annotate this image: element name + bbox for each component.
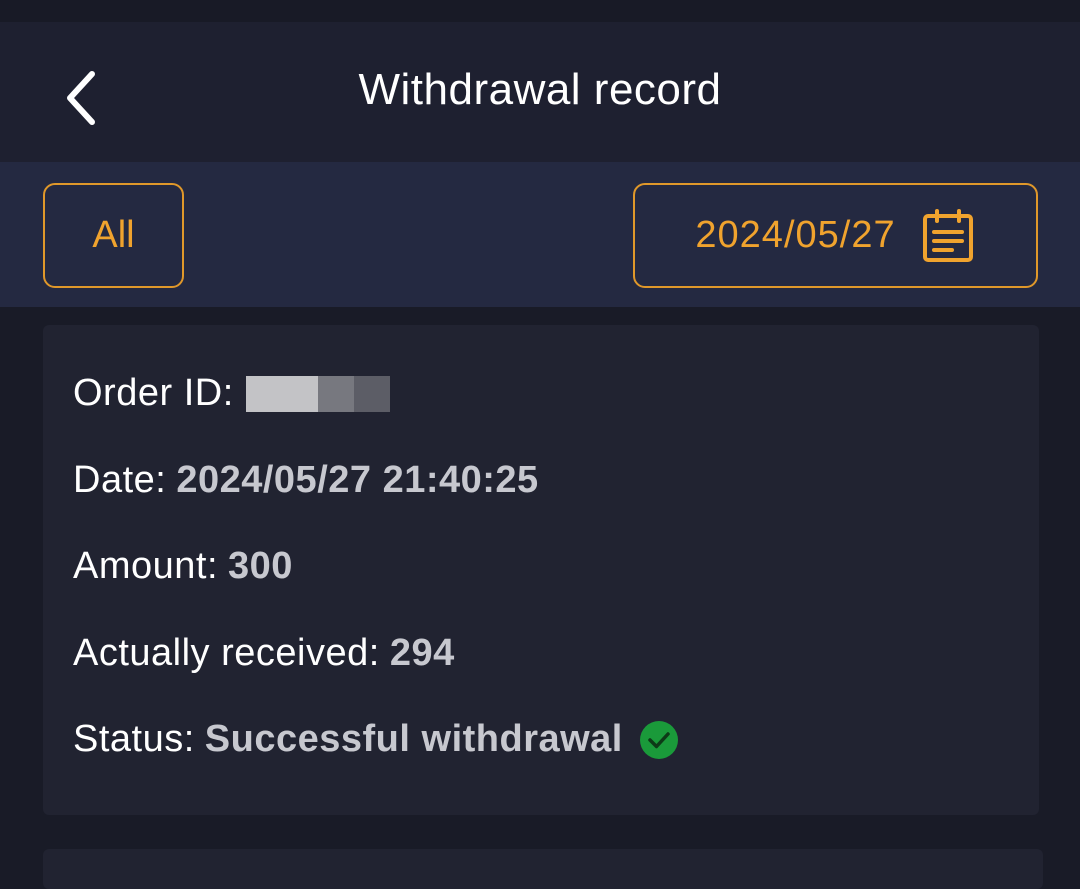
date-row: Date: 2024/05/27 21:40:25 xyxy=(73,459,539,502)
order-id-label: Order ID: xyxy=(73,372,234,414)
calendar-icon xyxy=(922,208,973,262)
withdrawal-record-card: Order ID: Date: 2024/05/27 21:40:25 Amou… xyxy=(43,325,1039,815)
status-row: Status: Successful withdrawal xyxy=(73,718,679,761)
app-header: Withdrawal record xyxy=(0,22,1080,162)
date-filter-label: 2024/05/27 xyxy=(695,214,896,256)
date-value: 2024/05/27 21:40:25 xyxy=(176,459,539,501)
received-label: Actually received: xyxy=(73,632,380,674)
amount-row: Amount: 300 xyxy=(73,545,293,588)
date-filter-button[interactable]: 2024/05/27 xyxy=(633,183,1038,288)
chevron-left-icon xyxy=(67,71,95,125)
page-title: Withdrawal record xyxy=(358,65,722,114)
status-value: Successful withdrawal xyxy=(204,718,623,760)
amount-value: 300 xyxy=(228,545,293,587)
order-id-value-redacted xyxy=(245,375,390,412)
check-circle-icon xyxy=(639,720,678,759)
received-value: 294 xyxy=(389,632,455,674)
order-id-row: Order ID: xyxy=(73,372,390,415)
filter-bar: All 2024/05/27 xyxy=(0,162,1080,307)
status-label: Status: xyxy=(73,718,195,760)
date-label: Date: xyxy=(73,459,167,501)
status-filter-button[interactable]: All xyxy=(43,183,184,288)
received-row: Actually received: 294 xyxy=(73,632,455,675)
next-record-card xyxy=(43,849,1043,889)
amount-label: Amount: xyxy=(73,545,219,587)
back-button[interactable] xyxy=(52,66,108,130)
status-filter-label: All xyxy=(92,214,135,256)
status-bar xyxy=(0,0,1080,22)
